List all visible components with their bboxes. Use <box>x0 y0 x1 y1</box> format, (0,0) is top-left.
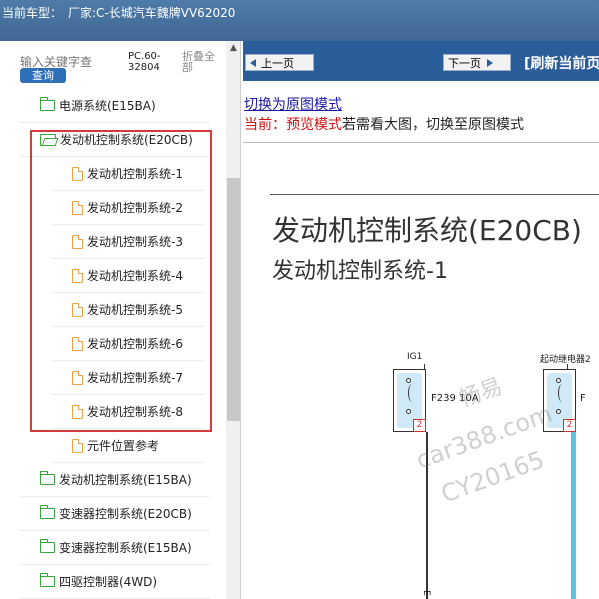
sidebar: 查询 PC.60-32804 折叠全部 电源系统(E15BA) 发动机控制系统(E… <box>0 41 241 599</box>
prev-page-label: 上一页 <box>261 56 294 70</box>
tree-item-label: 发动机控制系统-3 <box>87 234 183 249</box>
tree-item[interactable]: 发动机控制系统(E20CB) <box>20 123 210 157</box>
fuse-rating: F239 10A <box>431 393 479 404</box>
tree-item[interactable]: 电源系统(E15BA) <box>20 89 210 123</box>
next-page-button[interactable]: 下一页 <box>443 54 511 71</box>
tree-item[interactable]: 发动机控制系统-2 <box>52 191 204 225</box>
tree-item[interactable]: 发动机控制系统(E15BA) <box>20 463 210 497</box>
current-mode-line: 当前：预览模式若需看大图，切换至原图模式 <box>244 114 524 134</box>
document-icon <box>72 336 83 351</box>
tree-item[interactable]: 发动机控制系统-1 <box>52 157 204 191</box>
current-mode-prefix: 当前： <box>244 117 286 133</box>
fuse-symbol: 2 <box>393 369 426 432</box>
arrow-right-icon <box>487 58 493 67</box>
arrow-left-icon <box>250 58 256 67</box>
folder-icon <box>39 539 55 553</box>
vehicle-prefix: 当前车型： <box>2 6 63 20</box>
wire <box>571 432 576 599</box>
pin-number: 2 <box>413 419 426 432</box>
pin-number: 2 <box>563 419 576 432</box>
tree-item-label: 发动机控制系统-1 <box>87 166 183 181</box>
vehicle-name: 厂家:C-长城汽车魏牌VV62020 <box>68 6 236 20</box>
mode-hint: 若需看大图，切换至原图模式 <box>342 117 524 133</box>
watermark-text: car388.com <box>412 399 556 475</box>
tree-item-label: 发动机控制系统-8 <box>87 404 183 419</box>
title-rule <box>270 194 599 195</box>
tree-item-label: 发动机控制系统-4 <box>87 268 183 283</box>
diagram-viewer[interactable]: 发动机控制系统(E20CB) 发动机控制系统-1 IG1 2 F239 10A … <box>243 142 599 599</box>
document-icon <box>72 302 83 317</box>
component-label: IG1 <box>407 352 423 362</box>
tree-item-label: 四驱控制器(4WD) <box>59 574 158 589</box>
fuse-rating: F <box>580 393 586 404</box>
content-panel: 上一页 下一页 [刷新当前页 切换为原图模式 当前：预览模式若需看大图，切换至原… <box>243 41 599 599</box>
document-icon <box>72 234 83 249</box>
wire <box>426 432 428 599</box>
folder-icon <box>39 573 55 587</box>
watermark-text: CY20165 <box>437 445 548 509</box>
document-icon <box>72 200 83 215</box>
folder-icon <box>39 471 55 485</box>
document-icon <box>72 166 83 181</box>
model-code: PC.60-32804 <box>128 51 161 73</box>
component-label: 起动继电器2 <box>540 355 591 365</box>
document-icon <box>72 370 83 385</box>
tree-item-label: 发动机控制系统-6 <box>87 336 183 351</box>
tree-item[interactable]: 发动机控制系统-4 <box>52 259 204 293</box>
folder-icon <box>39 505 55 519</box>
query-button[interactable]: 查询 <box>20 68 66 83</box>
fuse-symbol: 2 <box>543 369 576 432</box>
tree-item[interactable]: 元件位置参考 <box>52 429 204 463</box>
tree-item-label: 电源系统(E15BA) <box>59 98 156 113</box>
refresh-page-link[interactable]: [刷新当前页 <box>524 53 599 73</box>
document-icon <box>72 268 83 283</box>
watermark-text: 畅易 <box>455 374 506 413</box>
tree-item-label: 发动机控制系统-7 <box>87 370 183 385</box>
page-nav-bar: 上一页 下一页 [刷新当前页 <box>243 41 599 81</box>
folder-icon <box>39 97 55 111</box>
tree-item-label: 变速器控制系统(E15BA) <box>59 540 192 555</box>
tree-item[interactable]: 发动机控制系统-5 <box>52 293 204 327</box>
tree-item[interactable]: 发动机控制系统-3 <box>52 225 204 259</box>
current-mode-value: 预览模式 <box>286 117 342 133</box>
tree-item[interactable]: 发动机控制系统-8 <box>52 395 204 429</box>
wire-label: E <box>420 590 431 596</box>
document-icon <box>72 438 83 453</box>
tree-item-label: 变速器控制系统(E20CB) <box>59 506 192 521</box>
tree-item-label: 发动机控制系统(E20CB) <box>60 132 193 147</box>
scroll-up-icon[interactable]: ▲ <box>226 41 240 55</box>
diagram-subtitle: 发动机控制系统-1 <box>272 259 448 284</box>
tree-item[interactable]: 变速器控制系统(E20CB) <box>20 497 210 531</box>
tree-item[interactable]: 发动机控制系统-6 <box>52 327 204 361</box>
tree-item[interactable]: 变速器控制系统(E15BA) <box>20 531 210 565</box>
collapse-all-link[interactable]: 折叠全部 <box>182 51 222 73</box>
tree-item-label: 发动机控制系统(E15BA) <box>59 472 192 487</box>
switch-original-mode-link[interactable]: 切换为原图模式 <box>244 94 342 114</box>
prev-page-button[interactable]: 上一页 <box>245 54 314 71</box>
next-page-label: 下一页 <box>448 56 481 70</box>
folder-open-icon <box>40 134 56 146</box>
tree-item-label: 发动机控制系统-2 <box>87 200 183 215</box>
tree-item-label: 发动机控制系统-5 <box>87 302 183 317</box>
scrollbar-thumb[interactable] <box>227 178 240 421</box>
document-icon <box>72 404 83 419</box>
tree-item[interactable]: 四驱控制器(4WD) <box>20 565 210 599</box>
diagram-title: 发动机控制系统(E20CB) <box>272 214 582 247</box>
tree-item-label: 元件位置参考 <box>87 438 160 453</box>
vehicle-title-bar: 当前车型： 厂家:C-长城汽车魏牌VV62020 <box>0 0 599 41</box>
tree-item[interactable]: 发动机控制系统-7 <box>52 361 204 395</box>
